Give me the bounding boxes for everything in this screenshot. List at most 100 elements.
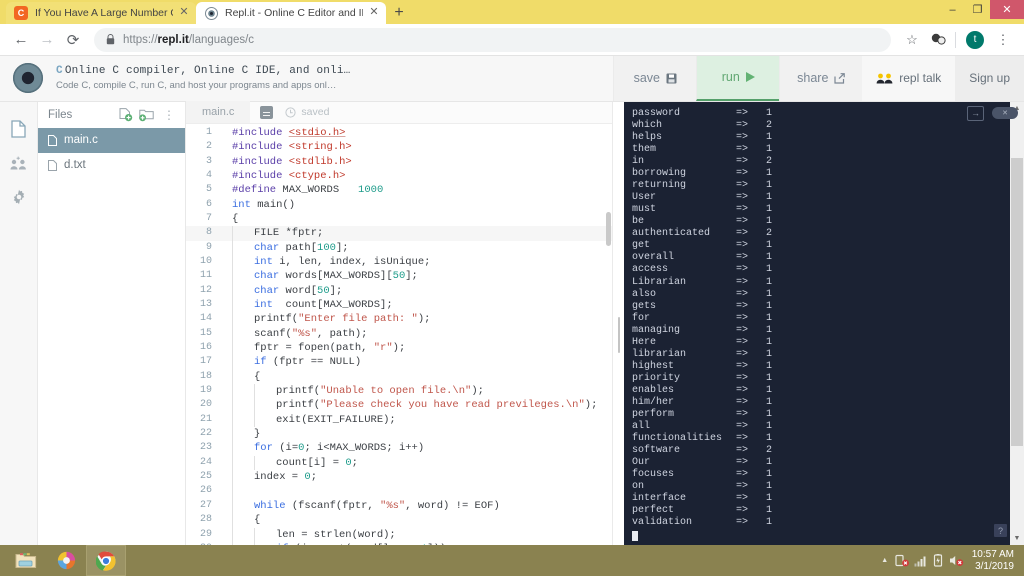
repl-talk-link[interactable]: repl talk bbox=[862, 56, 955, 101]
editor-tab-main-c[interactable]: main.c bbox=[186, 101, 251, 124]
code-line[interactable]: 23 for (i=0; i<MAX_WORDS; i++) bbox=[186, 441, 612, 456]
code-line[interactable]: 26 bbox=[186, 484, 612, 499]
network-error-icon[interactable] bbox=[894, 545, 912, 576]
line-number: 4 bbox=[205, 169, 212, 181]
code-line[interactable]: 5 #define MAX_WORDS 1000 bbox=[186, 183, 612, 197]
page-title: Online C compiler, Online C IDE, and onl… bbox=[64, 65, 351, 78]
code-line[interactable]: 7{ bbox=[186, 212, 612, 226]
show-hidden-icons-button[interactable]: ▲ bbox=[876, 545, 894, 576]
bookmark-star-icon[interactable]: ☆ bbox=[899, 27, 925, 53]
forward-button[interactable]: → bbox=[34, 27, 60, 53]
extension-icon[interactable] bbox=[925, 27, 951, 53]
chrome-menu-icon[interactable]: ⋮ bbox=[990, 27, 1016, 53]
console-scroll-down-arrow[interactable]: ▼ bbox=[1010, 531, 1024, 545]
code-line[interactable]: 18 { bbox=[186, 369, 612, 385]
console-output-row: for => 1 bbox=[632, 313, 1024, 325]
code-content[interactable]: 1 #include <stdio.h> 2 #include <string.h> 3… bbox=[186, 124, 612, 545]
toolbar-divider bbox=[955, 31, 956, 48]
invite-people-icon[interactable] bbox=[4, 146, 34, 180]
editor-scrollbar-thumb[interactable] bbox=[606, 211, 611, 246]
line-number: 2 bbox=[205, 141, 212, 153]
code-line[interactable]: 11 char words[MAX_WORDS][50]; bbox=[186, 269, 612, 284]
code-line[interactable]: 4 #include <ctype.h> bbox=[186, 169, 612, 183]
code-line[interactable]: 28 { bbox=[186, 513, 612, 528]
file-item-d-txt[interactable]: d.txt bbox=[38, 153, 185, 178]
code-line[interactable]: 8 FILE *fptr; bbox=[186, 226, 612, 241]
code-line[interactable]: 2 #include <string.h> bbox=[186, 140, 612, 154]
editor-scrollbar[interactable] bbox=[603, 124, 612, 545]
code-line[interactable]: 16 fptr = fopen(path, "r"); bbox=[186, 341, 612, 356]
code-token: 50 bbox=[392, 270, 406, 283]
code-line[interactable]: 14 printf("Enter file path: "); bbox=[186, 312, 612, 327]
browser-tab-0[interactable]: C If You Have A Large Number Of T ✕ bbox=[6, 2, 196, 24]
kebab-menu-icon[interactable]: ⋮ bbox=[159, 108, 179, 122]
console-output-row: priority => 1 bbox=[632, 373, 1024, 385]
restore-button[interactable]: ❐ bbox=[965, 0, 990, 19]
code-line[interactable]: 13 int count[MAX_WORDS]; bbox=[186, 298, 612, 313]
console-output-row: enables => 1 bbox=[632, 385, 1024, 397]
minimize-button[interactable]: – bbox=[940, 0, 965, 19]
code-line[interactable]: 15 scanf("%s", path); bbox=[186, 326, 612, 342]
console-output-row: helps => 1 bbox=[632, 132, 1024, 144]
jump-to-console-icon[interactable]: → bbox=[967, 105, 984, 121]
console-count: 1 bbox=[766, 216, 773, 228]
browser-tab-1[interactable]: Repl.it - Online C Editor and IDE - ✕ bbox=[196, 2, 386, 24]
back-button[interactable]: ← bbox=[8, 27, 34, 53]
replit-logo-icon[interactable] bbox=[0, 56, 56, 101]
code-line[interactable]: 20 printf("Please check you have read pre… bbox=[186, 398, 612, 413]
new-file-icon[interactable] bbox=[119, 107, 139, 122]
code-line[interactable]: 3 #include <stdlib.h> bbox=[186, 155, 612, 169]
settings-gear-icon[interactable] bbox=[4, 180, 34, 214]
code-token: printf( bbox=[276, 385, 321, 398]
signal-bars-icon[interactable] bbox=[912, 545, 930, 576]
format-code-icon[interactable] bbox=[260, 105, 274, 119]
file-item-main-c[interactable]: main.c bbox=[38, 127, 185, 153]
code-line[interactable]: 19 printf("Unable to open file.\n"); bbox=[186, 384, 612, 399]
sign-up-button[interactable]: Sign up bbox=[955, 56, 1024, 101]
code-editor[interactable]: 1 #include <stdio.h> 2 #include <string.h> 3… bbox=[186, 123, 612, 545]
code-line[interactable]: 22} bbox=[186, 427, 612, 442]
code-line[interactable]: 6 int main() bbox=[186, 198, 612, 212]
console-output[interactable]: password => 1 which => 2 helps => 1 them => 1 in => 2 b… bbox=[624, 102, 1024, 545]
code-line[interactable]: 21 exit(EXIT_FAILURE); bbox=[186, 412, 612, 428]
volume-muted-icon[interactable] bbox=[948, 545, 966, 576]
code-line[interactable]: 10 int i, len, index, isUnique; bbox=[186, 254, 612, 270]
code-token: 50 bbox=[317, 284, 330, 297]
taskbar-clock[interactable]: 10:57 AM 3/1/2019 bbox=[972, 549, 1018, 573]
taskbar-file-explorer[interactable] bbox=[6, 545, 46, 576]
avatar[interactable]: t bbox=[966, 30, 984, 49]
code-line[interactable]: 24 count[i] = 0; bbox=[186, 455, 612, 471]
browser-tab-1-close-icon[interactable]: ✕ bbox=[368, 7, 380, 19]
share-button[interactable]: share bbox=[779, 56, 863, 101]
new-tab-button[interactable]: + bbox=[386, 2, 412, 24]
code-line[interactable]: 29 len = strlen(word); bbox=[186, 527, 612, 542]
code-line[interactable]: 25 index = 0; bbox=[186, 470, 612, 485]
code-line[interactable]: 27 while (fscanf(fptr, "%s", word) != EOF… bbox=[186, 498, 612, 514]
save-button[interactable]: save bbox=[613, 56, 697, 101]
console-word: perfect bbox=[632, 505, 675, 517]
console-scrollbar[interactable]: ▲ ▼ bbox=[1010, 101, 1024, 545]
close-button[interactable]: ✕ bbox=[990, 0, 1024, 19]
code-line[interactable]: 1 #include <stdio.h> bbox=[186, 126, 612, 140]
pane-splitter[interactable] bbox=[612, 101, 624, 545]
console-word: helps bbox=[632, 131, 663, 143]
code-line[interactable]: 12 char word[50]; bbox=[186, 283, 612, 298]
new-folder-icon[interactable] bbox=[139, 108, 159, 122]
taskbar-google-chrome[interactable] bbox=[86, 545, 126, 576]
page-content: C Online C compiler, Online C IDE, and on… bbox=[0, 56, 1024, 545]
battery-icon[interactable] bbox=[930, 545, 948, 576]
browser-tab-0-close-icon[interactable]: ✕ bbox=[178, 7, 190, 19]
taskbar-browser-app[interactable] bbox=[46, 545, 86, 576]
pane-splitter-handle[interactable] bbox=[618, 316, 620, 353]
help-icon[interactable]: ? bbox=[994, 524, 1007, 537]
console-scrollbar-thumb[interactable] bbox=[1011, 157, 1023, 446]
run-button[interactable]: run bbox=[696, 56, 780, 101]
code-line[interactable]: 9 char path[100]; bbox=[186, 240, 612, 255]
reload-button[interactable]: ⟳ bbox=[60, 27, 86, 53]
address-bar[interactable]: https://repl.it/languages/c bbox=[94, 27, 891, 52]
files-icon[interactable] bbox=[4, 112, 34, 146]
icon-rail bbox=[0, 101, 38, 545]
code-token: #include bbox=[232, 126, 289, 139]
code-line[interactable]: 17 if (fptr == NULL) bbox=[186, 355, 612, 370]
close-pill-icon[interactable]: ✕ bbox=[992, 107, 1018, 120]
